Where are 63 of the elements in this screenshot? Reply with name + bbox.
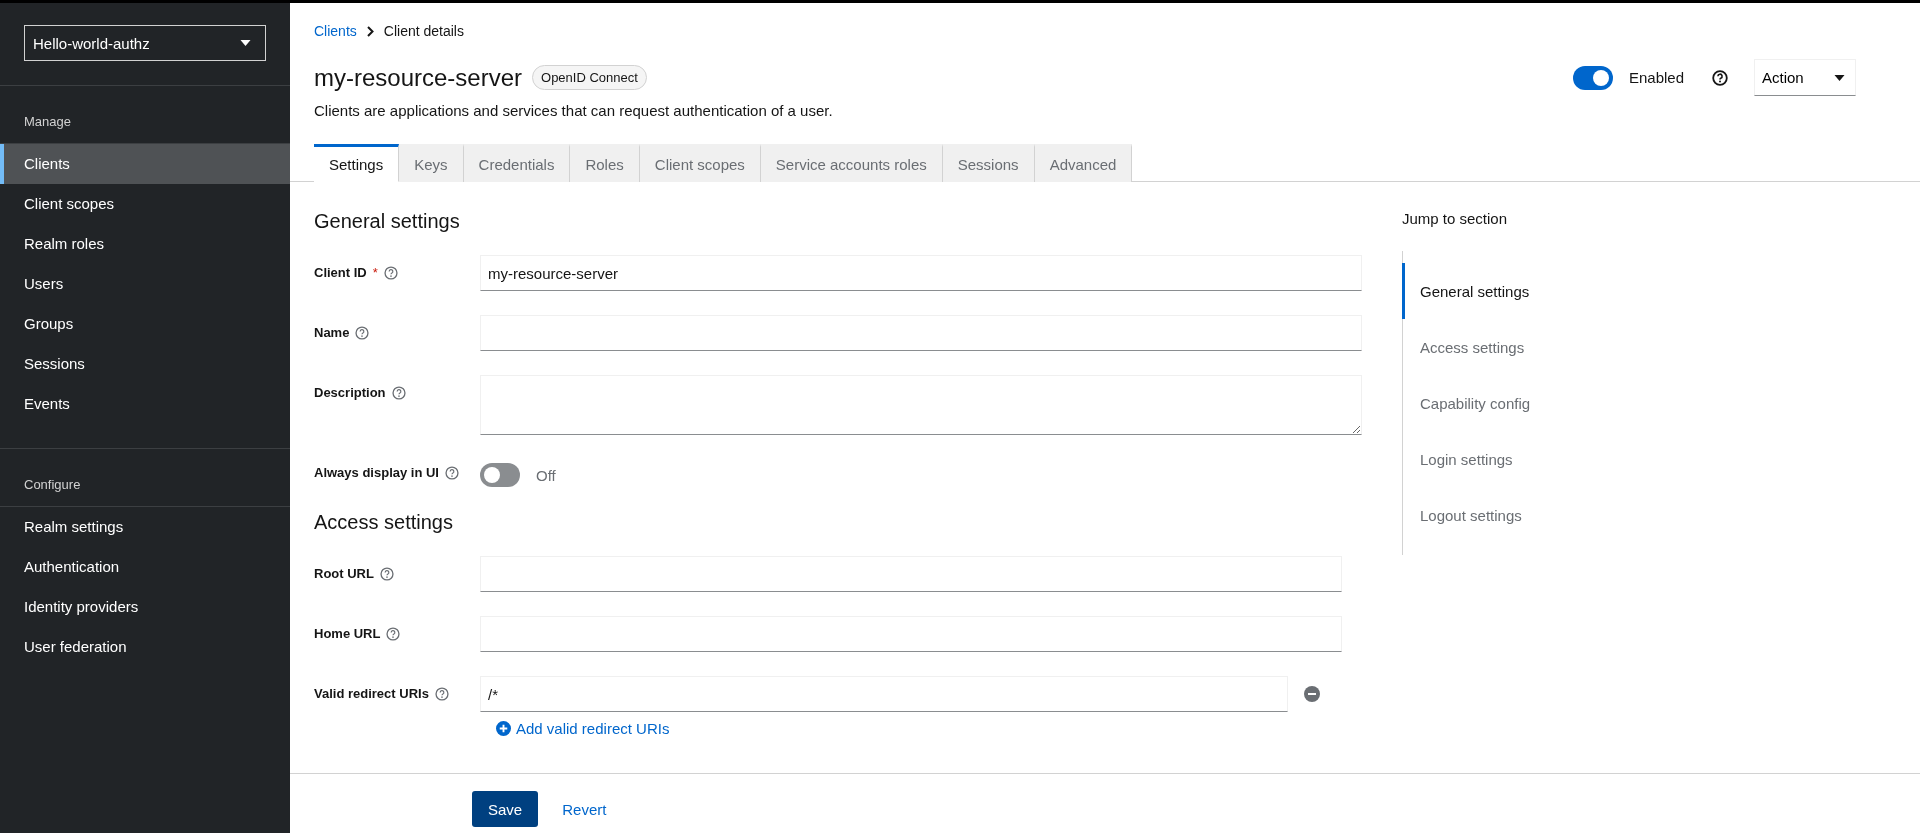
- section-heading: Access settings: [314, 511, 454, 534]
- field-label: Home URL: [314, 626, 381, 641]
- tab[interactable]: Advanced: [1034, 144, 1133, 182]
- toggle-label: Off: [536, 466, 556, 484]
- remove-icon[interactable]: [1304, 686, 1320, 702]
- toggle-switch[interactable]: [1572, 65, 1613, 90]
- section-heading: General settings: [314, 210, 461, 233]
- tab[interactable]: Roles: [570, 144, 640, 182]
- jump-link[interactable]: Capability config: [1402, 375, 1919, 431]
- tab[interactable]: Sessions: [942, 144, 1035, 182]
- save-button[interactable]: Save: [472, 791, 539, 827]
- page-description: Clients are applications and services that can request authentication of a user.: [314, 102, 834, 119]
- nav-group-title: Configure: [0, 448, 290, 506]
- revert-button[interactable]: Revert: [546, 791, 623, 827]
- action-dropdown[interactable]: Action: [1754, 59, 1856, 96]
- toggle-label: Enabled: [1628, 69, 1684, 86]
- nav-item[interactable]: Groups: [0, 304, 290, 344]
- field-label: Valid redirect URIs: [314, 686, 429, 701]
- tab[interactable]: Service accounts roles: [760, 144, 943, 182]
- jump-link[interactable]: Login settings: [1402, 431, 1919, 487]
- text-field[interactable]: [480, 556, 1342, 592]
- nav-item[interactable]: Users: [0, 264, 290, 304]
- jump-link[interactable]: Access settings: [1402, 319, 1919, 375]
- page-title: my-resource-server: [314, 63, 523, 92]
- nav-item[interactable]: Realm settings: [0, 507, 290, 547]
- text-field[interactable]: [480, 616, 1342, 652]
- help-icon[interactable]: [1712, 69, 1728, 86]
- protocol-badge: OpenID Connect: [532, 65, 647, 90]
- nav-item[interactable]: Identity providers: [0, 587, 290, 627]
- nav-item[interactable]: Client scopes: [0, 184, 290, 224]
- nav-item[interactable]: Realm roles: [0, 224, 290, 264]
- plus-circle-icon: [496, 721, 511, 736]
- required-mark: *: [372, 265, 378, 280]
- nav-item[interactable]: Sessions: [0, 344, 290, 384]
- breadcrumb-current[interactable]: Client details: [383, 23, 464, 39]
- chevron-right-icon: [366, 25, 374, 37]
- field-label: Root URL: [314, 566, 374, 581]
- nav-item[interactable]: Authentication: [0, 547, 290, 587]
- tab[interactable]: Client scopes: [639, 144, 761, 182]
- text-field[interactable]: [480, 315, 1362, 351]
- text-field[interactable]: my-resource-server: [480, 255, 1362, 291]
- caret-icon: [1834, 74, 1845, 81]
- textarea-field[interactable]: [480, 375, 1362, 435]
- field-label: Name: [314, 325, 350, 340]
- text-field[interactable]: /*: [480, 676, 1288, 712]
- caret-icon: [240, 40, 251, 46]
- jump-heading: Jump to section: [1402, 210, 1509, 227]
- field-label: Description: [314, 385, 386, 400]
- tab[interactable]: Settings: [314, 144, 400, 182]
- tab[interactable]: Keys: [399, 144, 464, 182]
- tab[interactable]: Credentials: [463, 144, 571, 182]
- jump-link[interactable]: Logout settings: [1402, 487, 1919, 543]
- nav-item[interactable]: User federation: [0, 627, 290, 667]
- toggle-switch[interactable]: [480, 463, 520, 487]
- nav-group-title: Manage: [0, 85, 290, 143]
- add-link[interactable]: Add valid redirect URIs: [496, 720, 670, 737]
- nav-item[interactable]: Clients: [0, 144, 290, 184]
- breadcrumb-link[interactable]: Clients: [314, 23, 357, 39]
- jump-link[interactable]: General settings: [1402, 263, 1919, 319]
- realm-selector[interactable]: Hello-world-authz: [24, 25, 266, 61]
- nav-item[interactable]: Events: [0, 384, 290, 424]
- field-label: Client ID: [314, 265, 367, 280]
- field-label: Always display in UI: [314, 465, 439, 480]
